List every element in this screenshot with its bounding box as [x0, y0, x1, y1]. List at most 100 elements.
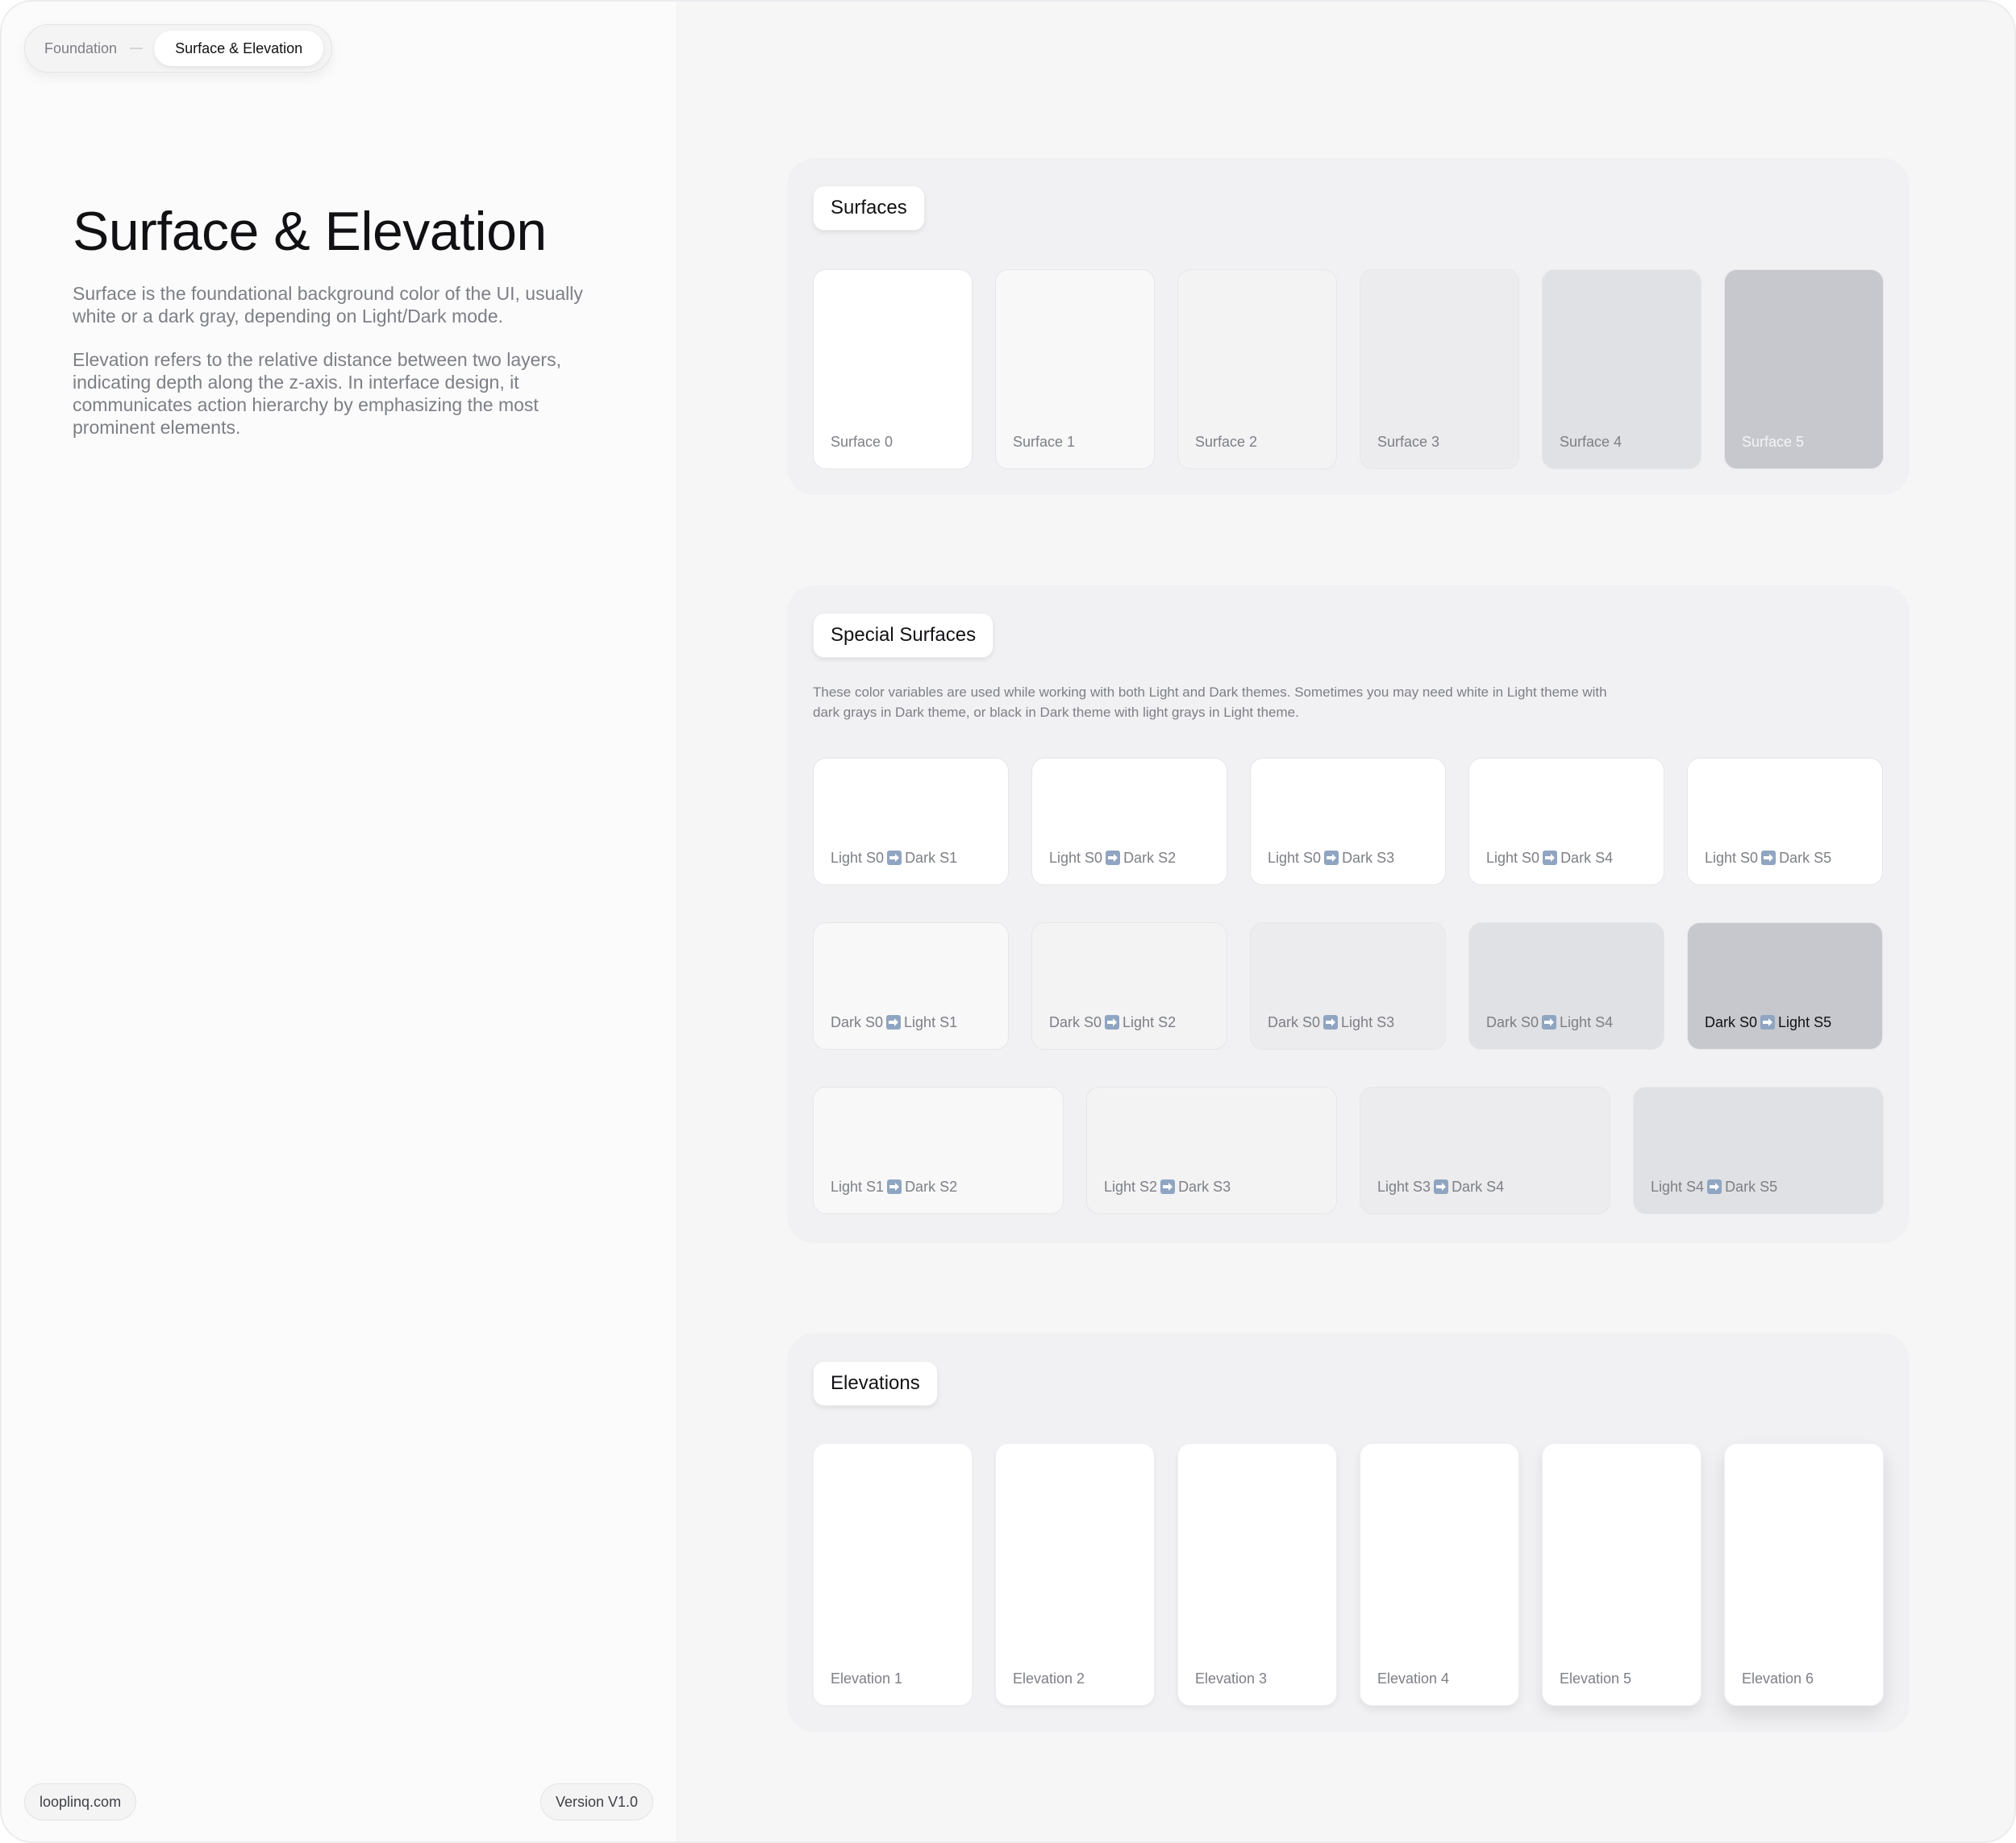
elevation-swatch-3[interactable]: Elevation 3: [1177, 1443, 1337, 1706]
special-swatch-dark-s0-1[interactable]: Dark S0 Light S1: [813, 922, 1009, 1050]
tile-label: Elevation 1: [831, 1670, 903, 1687]
elevations-panel: Elevations Elevation 1 Elevation 2 Elevati…: [787, 1333, 1910, 1732]
tile-label: Dark S0 Light S3: [1268, 1014, 1394, 1031]
arrow-right-icon: [1323, 1015, 1339, 1030]
tile-label-to: Dark S2: [905, 1179, 958, 1195]
tile-label-to: Dark S5: [1779, 850, 1832, 866]
page-title: Surface & Elevation: [73, 201, 547, 262]
elevation-swatch-4[interactable]: Elevation 4: [1360, 1443, 1519, 1706]
tile-label-from: Light S0: [831, 850, 885, 866]
surfaces-panel-title: Surfaces: [813, 185, 925, 231]
special-surfaces-panel: Special Surfaces These color variables a…: [787, 585, 1910, 1243]
elevation-swatch-1[interactable]: Elevation 1: [813, 1443, 973, 1706]
special-swatch-pair-2[interactable]: Light S2 Dark S3: [1086, 1087, 1337, 1214]
arrow-right-icon: [1760, 1015, 1776, 1030]
elevation-description: Elevation refers to the relative distanc…: [73, 349, 561, 438]
special-swatch-dark-s0-2[interactable]: Dark S0 Light S2: [1031, 922, 1227, 1050]
version-badge: Version V1.0: [540, 1783, 654, 1820]
breadcrumb-current[interactable]: Surface & Elevation: [154, 31, 324, 66]
tile-label-from: Light S2: [1104, 1179, 1158, 1195]
elevation-swatch-5[interactable]: Elevation 5: [1542, 1443, 1702, 1706]
tile-label-from: Light S1: [831, 1179, 885, 1195]
arrow-right-icon: [1106, 851, 1121, 865]
tile-label: Dark S0 Light S4: [1486, 1014, 1613, 1031]
tile-label: Light S0 Dark S2: [1049, 850, 1176, 867]
tile-label-to: Dark S3: [1178, 1179, 1231, 1195]
tile-label: Dark S0 Light S5: [1705, 1014, 1831, 1031]
site-link[interactable]: looplinq.com: [24, 1783, 137, 1820]
tile-label: Light S0 Dark S5: [1705, 850, 1831, 867]
tile-label-from: Dark S0: [831, 1014, 884, 1030]
tile-label: Surface 3: [1377, 434, 1440, 450]
tile-label: Elevation 4: [1377, 1670, 1450, 1687]
tile-label-to: Dark S1: [905, 850, 958, 866]
tile-label: Light S2 Dark S3: [1104, 1179, 1231, 1196]
special-swatch-pair-4[interactable]: Light S4 Dark S5: [1633, 1087, 1884, 1214]
tile-label-from: Light S0: [1268, 850, 1322, 866]
tile-label: Elevation 3: [1195, 1670, 1268, 1687]
tile-label: Surface 0: [831, 434, 893, 450]
special-swatch-dark-s0-3[interactable]: Dark S0 Light S3: [1250, 922, 1446, 1050]
surface-swatch-3[interactable]: Surface 3: [1360, 269, 1519, 469]
tile-label-from: Dark S0: [1486, 1014, 1539, 1030]
arrow-right-icon: [1105, 1015, 1120, 1030]
tile-label: Light S0 Dark S3: [1268, 850, 1394, 867]
elevation-swatch-6[interactable]: Elevation 6: [1724, 1443, 1884, 1706]
tile-label-from: Light S0: [1049, 850, 1103, 866]
surface-swatch-0[interactable]: Surface 0: [813, 269, 973, 469]
tile-label: Light S0 Dark S4: [1486, 850, 1613, 867]
tile-label-from: Light S0: [1705, 850, 1759, 866]
tile-label-to: Light S5: [1778, 1014, 1832, 1030]
surface-swatch-5[interactable]: Surface 5: [1724, 269, 1884, 469]
special-swatch-light-s0-3[interactable]: Light S0 Dark S3: [1250, 758, 1446, 885]
surface-swatch-2[interactable]: Surface 2: [1177, 269, 1337, 469]
tile-label: Elevation 6: [1742, 1670, 1814, 1687]
elevation-swatch-2[interactable]: Elevation 2: [995, 1443, 1155, 1706]
breadcrumb-separator: [130, 48, 144, 49]
special-swatch-pair-1[interactable]: Light S1 Dark S2: [813, 1087, 1064, 1214]
special-swatch-light-s0-5[interactable]: Light S0 Dark S5: [1687, 758, 1883, 885]
surfaces-panel: Surfaces Surface 0 Surface 1 Surface 2 Surf…: [787, 158, 1910, 495]
special-swatch-pair-3[interactable]: Light S3 Dark S4: [1360, 1087, 1610, 1214]
special-swatch-light-s0-2[interactable]: Light S0 Dark S2: [1031, 758, 1227, 885]
tile-label-to: Dark S2: [1123, 850, 1177, 866]
surface-swatch-1[interactable]: Surface 1: [995, 269, 1155, 469]
tile-label: Elevation 5: [1560, 1670, 1632, 1687]
info-sidebar: Foundation Surface & Elevation Surface &…: [2, 2, 677, 1841]
arrow-right-icon: [1434, 1179, 1449, 1194]
tile-label-to: Light S4: [1560, 1014, 1614, 1030]
tile-label-from: Light S0: [1486, 850, 1540, 866]
special-swatch-dark-s0-5[interactable]: Dark S0 Light S5: [1687, 922, 1883, 1050]
tile-label: Light S4 Dark S5: [1651, 1179, 1777, 1196]
tile-label-to: Light S3: [1341, 1014, 1395, 1030]
tile-label: Surface 2: [1195, 434, 1258, 450]
tile-label-to: Light S1: [904, 1014, 958, 1030]
tile-label-to: Dark S3: [1342, 850, 1395, 866]
arrow-right-icon: [887, 851, 902, 865]
special-swatch-light-s0-1[interactable]: Light S0 Dark S1: [813, 758, 1009, 885]
tile-label: Surface 5: [1742, 434, 1805, 450]
arrow-right-icon: [1160, 1179, 1176, 1194]
tile-label: Dark S0 Light S1: [831, 1014, 957, 1031]
tile-label: Light S0 Dark S1: [831, 850, 957, 867]
breadcrumb-root[interactable]: Foundation: [44, 40, 117, 57]
surface-swatch-4[interactable]: Surface 4: [1542, 269, 1702, 469]
special-swatch-light-s0-4[interactable]: Light S0 Dark S4: [1468, 758, 1664, 885]
arrow-right-icon: [886, 1015, 902, 1030]
special-swatch-dark-s0-4[interactable]: Dark S0 Light S4: [1468, 922, 1664, 1050]
tile-label: Dark S0 Light S2: [1049, 1014, 1176, 1031]
tile-label-to: Dark S4: [1560, 850, 1614, 866]
tile-label: Surface 4: [1560, 434, 1622, 450]
tile-label-to: Dark S4: [1452, 1179, 1505, 1195]
tile-label-from: Dark S0: [1705, 1014, 1758, 1030]
artboard: Foundation Surface & Elevation Surface &…: [0, 0, 2016, 1843]
tile-label-from: Dark S0: [1049, 1014, 1102, 1030]
tile-label-from: Dark S0: [1268, 1014, 1321, 1030]
tile-label: Light S3 Dark S4: [1377, 1179, 1504, 1196]
arrow-right-icon: [1707, 1179, 1722, 1194]
breadcrumb: Foundation Surface & Elevation: [24, 24, 332, 73]
surface-description: Surface is the foundational background c…: [73, 283, 583, 327]
tile-label: Elevation 2: [1013, 1670, 1085, 1687]
arrow-right-icon: [1542, 1015, 1557, 1030]
arrow-right-icon: [1543, 851, 1558, 865]
